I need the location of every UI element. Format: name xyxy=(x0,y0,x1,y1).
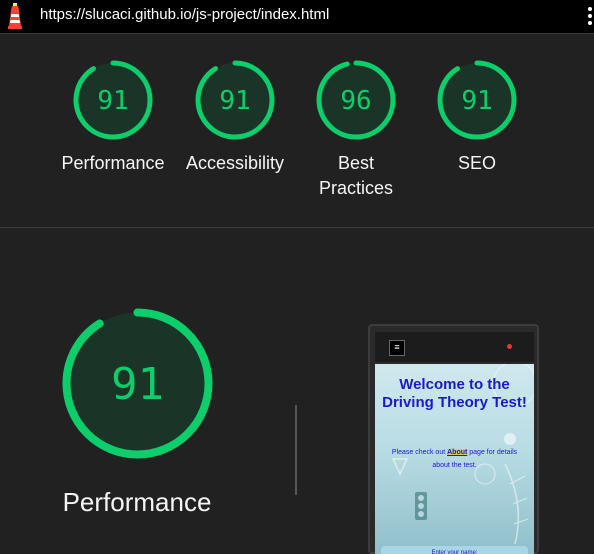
performance-gauge: 91 xyxy=(60,306,215,466)
gauge-ring: 91 xyxy=(437,60,517,140)
hamburger-icon: ≡ xyxy=(389,340,405,356)
lighthouse-icon xyxy=(8,3,22,29)
screenshot-heading: Welcome to the Driving Theory Test! xyxy=(382,376,527,411)
gauge-label: Performance xyxy=(61,153,165,173)
gauge-label: Accessibility xyxy=(185,153,285,173)
gauge-score: 91 xyxy=(461,86,492,116)
gauge-ring: 91 xyxy=(73,60,153,140)
kebab-menu-icon[interactable] xyxy=(586,2,594,30)
gauge-label: Best Practices xyxy=(318,153,394,198)
performance-score: 91 xyxy=(111,359,164,410)
url-bar: https://slucaci.github.io/js-project/ind… xyxy=(0,0,594,34)
gauge-score: 91 xyxy=(97,86,128,116)
page-url[interactable]: https://slucaci.github.io/js-project/ind… xyxy=(40,6,329,23)
section-divider xyxy=(0,227,594,228)
screenshot-name-prompt: Enter your name: xyxy=(381,546,528,554)
about-link: About xyxy=(447,449,468,456)
screenshot-navbar: ≡ xyxy=(375,332,534,362)
gauge-best-practices[interactable]: 96 Best Practices xyxy=(291,58,421,201)
status-dot-icon xyxy=(507,344,512,349)
gauge-ring: 96 xyxy=(316,60,396,140)
score-summary: 91 Performance 91 Accessibility 96 Best … xyxy=(0,34,594,227)
gauge-seo[interactable]: 91 SEO xyxy=(412,58,542,176)
performance-gauge-ring: 91 xyxy=(62,308,213,459)
gauge-accessibility[interactable]: 91 Accessibility xyxy=(170,58,300,176)
gauge-label: SEO xyxy=(457,153,496,173)
gauge-score: 96 xyxy=(340,86,371,116)
vertical-divider xyxy=(295,405,297,495)
gauge-ring: 91 xyxy=(195,60,275,140)
screenshot-about-text: Please check out About page for details … xyxy=(391,449,518,469)
gauge-score: 91 xyxy=(219,86,250,116)
gauge-performance[interactable]: 91 Performance xyxy=(48,58,178,176)
screenshot-content: Welcome to the Driving Theory Test! Plea… xyxy=(375,364,534,554)
page-screenshot[interactable]: ≡ Welcome to the Driving Theory Test! Pl… xyxy=(368,324,539,554)
performance-title: Performance xyxy=(62,487,212,517)
